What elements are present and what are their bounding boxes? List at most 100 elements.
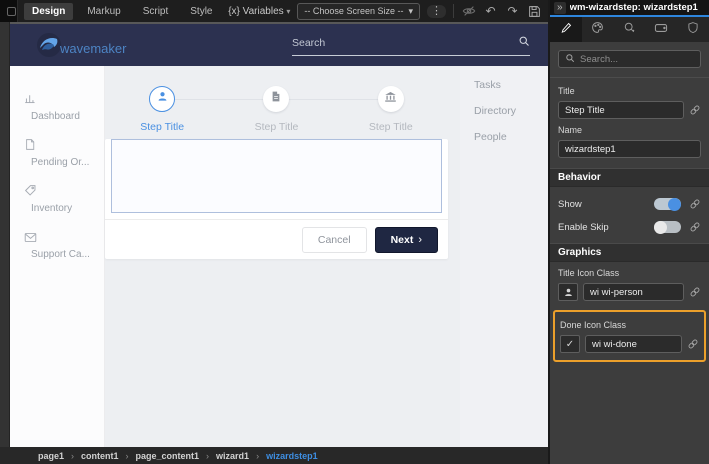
- bind-link-icon[interactable]: [689, 104, 701, 116]
- preview-eye-off-icon[interactable]: [461, 4, 476, 19]
- title-input[interactable]: [558, 101, 684, 119]
- pencil-icon: [560, 21, 572, 39]
- collapsed-widgets-panel[interactable]: [0, 22, 10, 447]
- wizard-step-content[interactable]: [111, 139, 442, 213]
- envelope-icon: [24, 230, 104, 244]
- tab-design[interactable]: Design: [24, 3, 73, 20]
- step-title: Step Title: [255, 121, 299, 133]
- more-options-icon[interactable]: ⋮: [427, 5, 446, 18]
- tab-script[interactable]: Script: [135, 3, 177, 20]
- breadcrumb-wizardstep1[interactable]: wizardstep1: [266, 451, 318, 461]
- design-canvas: wavemaker: [0, 22, 548, 447]
- collapse-panel-icon[interactable]: »: [554, 2, 566, 14]
- show-toggle[interactable]: [654, 198, 681, 210]
- sidebar-item-pending-orders[interactable]: Pending Or...: [24, 138, 104, 168]
- wizard-actions: Cancel Next ›: [105, 219, 448, 259]
- palette-icon: [591, 21, 604, 39]
- studio-toolbar: Design Markup Script Style {x} Variables…: [0, 0, 548, 22]
- toggle-knob: [668, 198, 681, 211]
- section-graphics: Graphics: [550, 243, 709, 262]
- chevron-right-icon: ›: [206, 451, 209, 461]
- enable-skip-toggle[interactable]: [654, 221, 681, 233]
- title-field-label: Title: [558, 86, 701, 96]
- bind-link-icon[interactable]: [689, 198, 701, 210]
- step-circle: [149, 86, 175, 112]
- screen-size-select[interactable]: -- Choose Screen Size -- ▾: [297, 3, 420, 20]
- enable-skip-property-row: Enable Skip: [558, 221, 701, 233]
- variables-menu[interactable]: {x} Variables ▾: [228, 6, 290, 17]
- sidebar-item-dashboard[interactable]: Dashboard: [24, 92, 104, 122]
- chevron-right-icon: ›: [126, 451, 129, 461]
- cancel-button[interactable]: Cancel: [302, 227, 367, 253]
- show-label: Show: [558, 199, 654, 210]
- aside-item-directory[interactable]: Directory: [474, 105, 548, 117]
- search-icon: [518, 34, 530, 52]
- title-icon-class-input[interactable]: [583, 283, 684, 301]
- wizard-step-3[interactable]: Step Title: [334, 86, 448, 133]
- shield-icon: [687, 21, 699, 39]
- properties-panel: » wm-wizardstep: wizardstep1: [548, 0, 709, 464]
- app-search-input[interactable]: [292, 37, 518, 49]
- brand-name: wavemaker: [60, 41, 126, 56]
- breadcrumb: page1 › content1 › page_content1 › wizar…: [0, 447, 548, 464]
- aside-item-people[interactable]: People: [474, 131, 548, 143]
- sidebar-item-label: Dashboard: [24, 111, 104, 122]
- studio-left-column: Design Markup Script Style {x} Variables…: [0, 0, 548, 464]
- breadcrumb-wizard1[interactable]: wizard1: [216, 451, 249, 461]
- inspector-tabs: [550, 17, 709, 42]
- bind-link-icon[interactable]: [689, 221, 701, 233]
- section-behavior: Behavior: [550, 168, 709, 187]
- chevron-right-icon: ›: [418, 234, 422, 246]
- chevron-down-icon: ▾: [408, 6, 413, 17]
- properties-search[interactable]: [558, 50, 701, 68]
- sidebar-item-support-cases[interactable]: Support Ca...: [24, 230, 104, 260]
- tab-style[interactable]: Style: [182, 3, 220, 20]
- sidebar-item-label: Inventory: [24, 203, 104, 214]
- app-sidebar: Dashboard Pending Or...: [10, 66, 105, 447]
- chevron-right-icon: ›: [71, 451, 74, 461]
- breadcrumb-content1[interactable]: content1: [81, 451, 119, 461]
- divider: [550, 77, 709, 78]
- name-field-label: Name: [558, 125, 701, 135]
- selected-widget-title: wm-wizardstep: wizardstep1: [570, 2, 698, 13]
- redo-icon[interactable]: ↷: [505, 4, 520, 19]
- wizard-steps: Step Title: [105, 86, 448, 133]
- properties-search-input[interactable]: [580, 54, 694, 65]
- aside-item-tasks[interactable]: Tasks: [474, 79, 548, 91]
- wizard-step-1[interactable]: Step Title: [105, 86, 219, 133]
- name-input[interactable]: [558, 140, 701, 158]
- next-button[interactable]: Next ›: [375, 227, 438, 253]
- tab-properties[interactable]: [550, 17, 582, 42]
- done-icon-class-input[interactable]: [585, 335, 682, 353]
- app-main: Step Title: [105, 66, 460, 447]
- left-panel-stub[interactable]: [0, 0, 18, 22]
- person-icon: [156, 90, 169, 108]
- tab-styles[interactable]: [582, 17, 614, 42]
- done-icon-class-row: ✓: [560, 335, 699, 353]
- sidebar-item-inventory[interactable]: Inventory: [24, 184, 104, 214]
- done-icon-class-highlight: Done Icon Class ✓: [553, 310, 706, 362]
- app-search[interactable]: [292, 34, 530, 56]
- undo-icon[interactable]: ↶: [483, 4, 498, 19]
- device-icon: [654, 21, 668, 39]
- tab-device[interactable]: [645, 17, 677, 42]
- breadcrumb-page1[interactable]: page1: [38, 451, 64, 461]
- tab-markup[interactable]: Markup: [79, 3, 128, 20]
- tab-security[interactable]: [677, 17, 709, 42]
- document-icon: [24, 138, 104, 152]
- save-icon[interactable]: [527, 4, 542, 19]
- sidebar-item-label: Pending Or...: [24, 157, 104, 168]
- properties-body: Title Name Behavior Show: [550, 42, 709, 464]
- breadcrumb-page-content1[interactable]: page_content1: [136, 451, 200, 461]
- wizard-card: Cancel Next ›: [105, 139, 448, 259]
- bind-link-icon[interactable]: [689, 286, 701, 298]
- step-title: Step Title: [369, 121, 413, 133]
- wizard-step-2[interactable]: Step Title: [219, 86, 333, 133]
- tab-events[interactable]: [614, 17, 646, 42]
- title-field-row: [558, 101, 701, 119]
- next-label: Next: [391, 234, 414, 246]
- wavemaker-studio: Design Markup Script Style {x} Variables…: [0, 0, 709, 464]
- app-secondary-nav: Tasks Directory People: [460, 66, 548, 447]
- search-icon: [565, 50, 575, 68]
- bind-link-icon[interactable]: [687, 338, 699, 350]
